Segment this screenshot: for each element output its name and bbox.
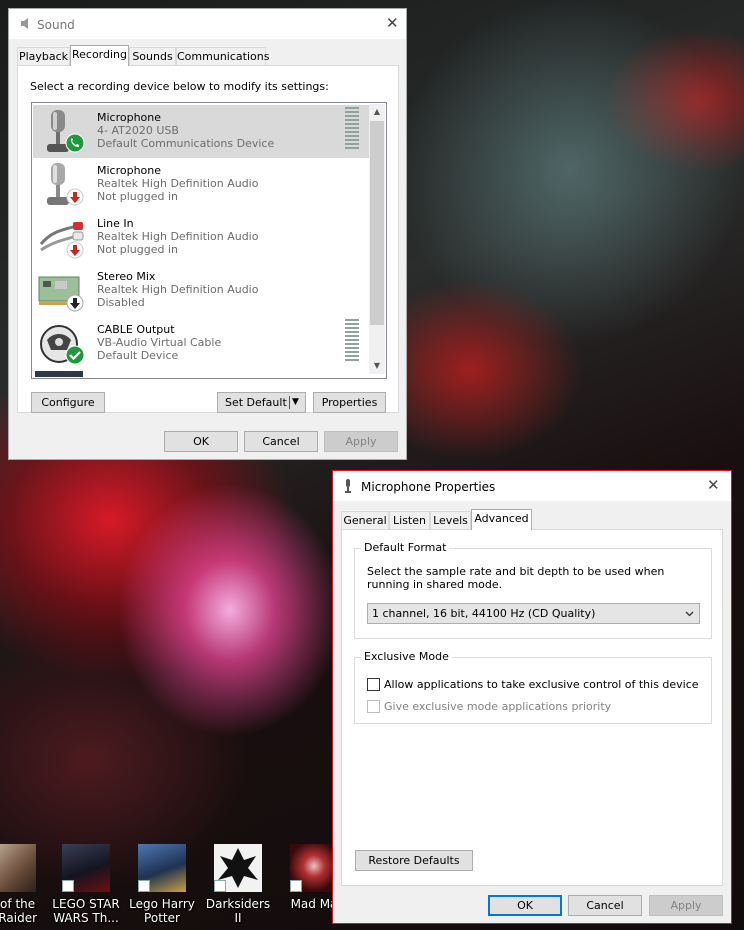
red-down-arrow-icon [66, 241, 84, 262]
desktop-icon-label: Lego Harry Potter [129, 897, 195, 925]
shortcut-arrow-icon [138, 880, 150, 892]
shortcut-arrow-icon [214, 880, 226, 892]
sample-rate-value: 1 channel, 16 bit, 44100 Hz (CD Quality) [372, 607, 596, 620]
tab-general[interactable]: General [341, 511, 389, 530]
close-icon[interactable]: ✕ [386, 14, 399, 32]
exclusive-mode-group: Exclusive Mode Allow applications to tak… [354, 650, 712, 724]
shortcut-arrow-icon [290, 880, 302, 892]
restore-defaults-button[interactable]: Restore Defaults [355, 850, 473, 871]
configure-button[interactable]: Configure [31, 392, 105, 413]
sound-cancel-button[interactable]: Cancel [244, 431, 318, 452]
close-icon[interactable]: ✕ [707, 476, 720, 494]
device-desc: VB-Audio Virtual Cable [97, 336, 222, 349]
device-name: CABLE Output [97, 323, 175, 336]
mic-ok-button[interactable]: OK [488, 895, 562, 916]
device-status: Default Communications Device [97, 137, 275, 150]
tab-listen[interactable]: Listen [389, 511, 430, 530]
desktop-icon-label: LEGO STAR WARS Th... [52, 897, 120, 925]
tab-sounds[interactable]: Sounds [129, 47, 176, 66]
default-format-group: Default Format Select the sample rate an… [354, 541, 712, 639]
device-row-microphone-realtek[interactable]: Microphone Realtek High Definition Audio… [33, 158, 369, 211]
sample-rate-dropdown[interactable]: 1 channel, 16 bit, 44100 Hz (CD Quality) [367, 603, 700, 624]
default-format-description: Select the sample rate and bit depth to … [367, 565, 665, 591]
device-row-stereo-mix[interactable]: Stereo Mix Realtek High Definition Audio… [33, 264, 369, 317]
sound-title: Sound [37, 18, 75, 32]
set-default-button[interactable]: Set Default ▼ [217, 392, 306, 413]
mic-props-titlebar[interactable]: Microphone Properties ✕ [333, 471, 731, 501]
tab-advanced[interactable]: Advanced [471, 509, 532, 530]
desktop-icon-darksiders[interactable]: Darksiders II [202, 844, 274, 930]
mic-cancel-button[interactable]: Cancel [568, 895, 642, 916]
split-divider [289, 396, 290, 409]
device-desc: 4- AT2020 USB [97, 124, 179, 137]
black-down-arrow-icon [66, 294, 84, 315]
device-row-cable-output[interactable]: CABLE Output VB-Audio Virtual Cable Defa… [33, 317, 369, 370]
sound-dialog: Sound ✕ Playback Recording Sounds Commun… [8, 8, 407, 460]
tab-recording[interactable]: Recording [70, 45, 129, 66]
device-name: Microphone [97, 164, 162, 177]
tomb-raider-icon [0, 844, 36, 892]
set-default-label: Set Default [225, 396, 287, 409]
device-status: Not plugged in [97, 243, 179, 256]
tab-levels[interactable]: Levels [430, 511, 471, 530]
dropdown-arrow-icon[interactable]: ▼ [292, 393, 299, 412]
green-check-icon [65, 345, 85, 368]
device-row-partial [35, 371, 83, 377]
microphone-properties-dialog: Microphone Properties ✕ General Listen L… [332, 470, 732, 924]
device-status: Not plugged in [97, 190, 179, 203]
desktop-icon-lego-star-wars[interactable]: LEGO STAR WARS Th... [50, 844, 122, 930]
chevron-down-icon [685, 608, 694, 621]
level-meter [345, 107, 359, 151]
properties-button[interactable]: Properties [313, 392, 386, 413]
scrollbar-thumb[interactable] [370, 121, 384, 325]
sound-titlebar[interactable]: Sound ✕ [9, 9, 406, 39]
recording-panel: Select a recording device below to modif… [17, 65, 399, 413]
tab-communications[interactable]: Communications [176, 47, 269, 66]
allow-exclusive-label[interactable]: Allow applications to take exclusive con… [384, 678, 699, 691]
default-format-legend: Default Format [361, 541, 450, 554]
scroll-down-icon[interactable]: ▼ [369, 358, 385, 374]
device-desc: Realtek High Definition Audio [97, 283, 259, 296]
speaker-icon [19, 17, 31, 33]
device-list[interactable]: Microphone 4- AT2020 USB Default Communi… [31, 102, 387, 379]
device-name: Stereo Mix [97, 270, 156, 283]
level-meter [345, 319, 359, 363]
mic-apply-button[interactable]: Apply [649, 895, 723, 916]
recording-instruction: Select a recording device below to modif… [30, 80, 329, 93]
advanced-panel: Default Format Select the sample rate an… [341, 529, 723, 886]
device-row-line-in[interactable]: Line In Realtek High Definition Audio No… [33, 211, 369, 264]
red-down-arrow-icon [66, 188, 84, 209]
desktop-icon-lego-harry-potter[interactable]: Lego Harry Potter [126, 844, 198, 930]
desktop-icon-tomb-raider[interactable]: e of the b Raider [0, 844, 48, 930]
sound-apply-button[interactable]: Apply [324, 431, 398, 452]
device-name: Microphone [97, 111, 162, 124]
device-name: Line In [97, 217, 134, 230]
exclusive-priority-checkbox[interactable] [367, 700, 380, 713]
mic-props-title: Microphone Properties [361, 480, 496, 494]
scroll-up-icon[interactable]: ▲ [369, 104, 385, 120]
device-status: Default Device [97, 349, 179, 362]
device-status: Disabled [97, 296, 145, 309]
allow-exclusive-checkbox[interactable] [367, 678, 380, 691]
shortcut-arrow-icon [62, 880, 74, 892]
exclusive-mode-legend: Exclusive Mode [361, 650, 452, 663]
microphone-small-icon [343, 479, 353, 496]
tab-playback[interactable]: Playback [17, 47, 70, 66]
desktop-icon-label: Darksiders II [205, 897, 271, 925]
desktop-icon-label: e of the b Raider [0, 897, 38, 925]
device-desc: Realtek High Definition Audio [97, 230, 259, 243]
device-desc: Realtek High Definition Audio [97, 177, 259, 190]
device-list-scrollbar[interactable]: ▲ ▼ [369, 104, 385, 374]
sound-ok-button[interactable]: OK [164, 431, 238, 452]
device-row-microphone-at2020[interactable]: Microphone 4- AT2020 USB Default Communi… [33, 105, 369, 158]
phone-icon [65, 133, 85, 156]
exclusive-priority-label: Give exclusive mode applications priorit… [384, 700, 612, 713]
